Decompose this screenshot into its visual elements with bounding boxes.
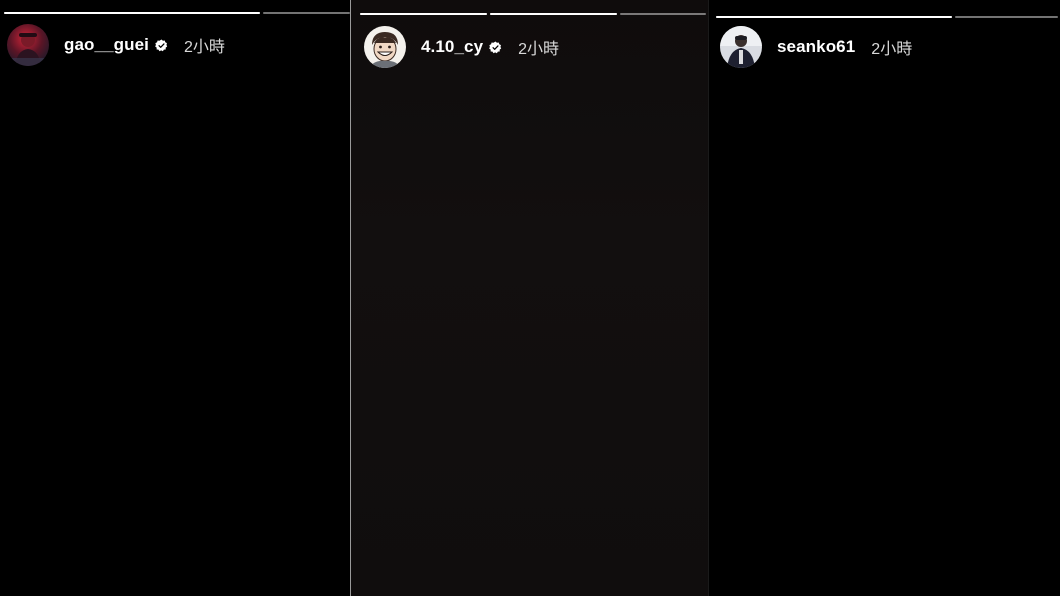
avatar[interactable]	[7, 24, 49, 66]
story-header: gao__guei 2小時	[7, 24, 225, 66]
story-panel-2[interactable]: 4.10_cy 2小時	[351, 0, 708, 596]
story-header: seanko61 2小時	[720, 26, 912, 68]
post-time: 2小時	[183, 39, 225, 56]
username[interactable]: seanko61	[777, 37, 855, 57]
progress-segment-1	[716, 16, 952, 18]
progress-segment-2	[263, 12, 350, 14]
verified-badge-icon	[489, 41, 502, 54]
progress-segment-3	[620, 13, 706, 15]
verified-badge-icon	[155, 39, 168, 52]
avatar-cartoon-smiling-face-icon	[364, 26, 406, 68]
avatar-person-dark-jacket-icon	[720, 26, 762, 68]
post-time: 2小時	[871, 41, 913, 58]
username[interactable]: 4.10_cy	[421, 37, 483, 57]
progress-segment-1	[360, 13, 487, 15]
story-header: 4.10_cy 2小時	[364, 26, 559, 68]
avatar[interactable]	[720, 26, 762, 68]
avatar[interactable]	[364, 26, 406, 68]
post-time: 2小時	[518, 41, 560, 58]
story-progress-bar	[716, 16, 1058, 18]
story-panel-3[interactable]: seanko61 2小時	[709, 0, 1060, 596]
avatar-person-red-light-icon	[7, 24, 49, 66]
progress-segment-1	[4, 12, 260, 14]
story-progress-bar	[4, 12, 350, 14]
story-progress-bar	[360, 13, 706, 15]
stories-stage: gao__guei 2小時 4.10_cy 2小時 seanko61 2小時	[0, 0, 1060, 596]
progress-segment-2	[955, 16, 1058, 18]
progress-segment-2	[490, 13, 617, 15]
story-panel-1[interactable]: gao__guei 2小時	[0, 0, 350, 596]
username[interactable]: gao__guei	[64, 35, 149, 55]
